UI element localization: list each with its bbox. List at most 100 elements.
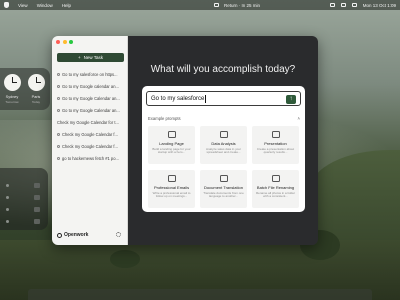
menu-help[interactable]: Help xyxy=(62,3,71,8)
close-window-icon[interactable] xyxy=(56,40,60,44)
task-title: Go to my Google Calendar an... xyxy=(62,95,120,101)
dot-icon xyxy=(6,195,9,199)
status-circle-icon xyxy=(57,84,60,88)
status-circle-icon xyxy=(57,72,60,76)
tile-title: Data Analysis xyxy=(211,141,236,146)
dot-icon xyxy=(6,207,9,211)
document-icon xyxy=(219,175,228,182)
tile-title: Landing Page xyxy=(159,141,184,146)
brand-logo: Openwork xyxy=(57,232,88,238)
square-icon xyxy=(34,206,40,212)
plus-icon: + xyxy=(77,55,81,60)
tile-title: Document Translation xyxy=(204,185,243,190)
menu-bar: View Window Help Return · In 25 min Mon … xyxy=(0,0,400,10)
widget-row xyxy=(6,206,40,212)
openwork-logo-icon xyxy=(57,232,62,238)
status-circle-icon xyxy=(57,144,60,148)
widget-row xyxy=(6,218,40,224)
dot-icon xyxy=(6,219,9,223)
example-prompts-header[interactable]: Example prompts ˄ xyxy=(148,116,300,121)
menubar-clock[interactable]: Mon 13 Oct 1:09 xyxy=(363,3,396,8)
text-caret xyxy=(205,94,207,103)
task-title: Go to my Google Calendar an... xyxy=(62,107,120,113)
prompt-tile-landing-page[interactable]: Landing Page Build a landing page for yo… xyxy=(148,126,195,164)
status-circle-icon xyxy=(57,96,60,100)
prompt-card: Go to my salesforce ↑ Example prompts ˄ … xyxy=(142,86,305,212)
clock-detail: Tomorrow xyxy=(5,100,19,104)
arrow-up-icon: ↑ xyxy=(289,96,293,102)
menu-window[interactable]: Window xyxy=(37,3,53,8)
status-circle-icon xyxy=(57,108,60,112)
prompt-tile-data-analysis[interactable]: Data Analysis Analyze sales data in your… xyxy=(200,126,247,164)
clock-face-icon xyxy=(28,74,45,91)
status-circle-icon xyxy=(57,132,60,136)
tile-description: Analyze sales data in your spreadsheet a… xyxy=(205,146,242,155)
status-circle-icon xyxy=(57,156,60,160)
task-history-item[interactable]: Go to my Google calendar an... xyxy=(55,80,126,92)
calendar-icon xyxy=(214,3,219,7)
task-history-item[interactable]: go to hackernews fetch #1 po... xyxy=(55,152,126,164)
clock-face-icon xyxy=(4,74,21,91)
brand-name: Openwork xyxy=(64,232,89,238)
slides-icon xyxy=(271,131,280,138)
square-icon xyxy=(34,182,40,188)
example-prompts-label: Example prompts xyxy=(148,116,181,121)
send-button[interactable]: ↑ xyxy=(286,95,296,104)
settings-gear-icon[interactable] xyxy=(116,232,121,237)
task-history-item[interactable]: Go to my salesforce on https... xyxy=(55,68,126,80)
world-clock-widget[interactable]: Sydney Paris Tomorrow Today xyxy=(0,68,50,110)
task-input[interactable]: Go to my salesforce ↑ xyxy=(146,91,301,106)
square-icon xyxy=(34,218,40,224)
tile-description: Create a presentation about quarterly re… xyxy=(256,146,295,155)
prompt-tile-batch-file-renaming[interactable]: Batch File Renaming Rename all photos in… xyxy=(252,170,299,208)
tile-title: Presentation xyxy=(264,141,287,146)
chevron-up-icon[interactable]: ˄ xyxy=(298,116,300,121)
task-history-item[interactable]: Check my Google Calendar f... xyxy=(55,140,126,152)
square-icon xyxy=(34,194,40,200)
apple-icon[interactable] xyxy=(4,2,9,8)
task-history-item[interactable]: Check my Google Calendar for t... xyxy=(55,116,126,128)
tile-description: Build a landing page for your startup wi… xyxy=(152,146,191,155)
new-task-button[interactable]: + New Task xyxy=(57,53,124,62)
task-history-item[interactable]: Go to my Google Calendar an... xyxy=(55,104,126,116)
prompt-tile-document-translation[interactable]: Document Translation Translate documents… xyxy=(200,170,247,208)
task-title: go to hackernews fetch #1 po... xyxy=(62,155,119,161)
task-history-item[interactable]: Check my Google Calendar f... xyxy=(55,128,126,140)
prompt-tile-professional-emails[interactable]: Professional Emails Write a professional… xyxy=(148,170,195,208)
dock[interactable] xyxy=(28,289,372,300)
task-history-list: Go to my salesforce on https... Go to my… xyxy=(55,68,126,164)
tile-title: Professional Emails xyxy=(153,185,190,190)
control-center-icon[interactable] xyxy=(351,3,357,7)
clock-city: Sydney xyxy=(5,95,19,99)
menubar-status-text[interactable]: Return · In 25 min xyxy=(224,3,260,8)
prompt-tile-presentation[interactable]: Presentation Create a presentation about… xyxy=(252,126,299,164)
clock-detail: Today xyxy=(31,100,40,104)
task-input-value: Go to my salesforce xyxy=(151,95,205,102)
dot-icon xyxy=(6,183,9,187)
tile-description: Write a professional email to follow up … xyxy=(152,190,191,199)
wifi-icon[interactable] xyxy=(340,3,346,7)
widget-row xyxy=(6,194,40,200)
tile-title: Batch File Renaming xyxy=(256,185,295,190)
example-prompts-grid: Landing Page Build a landing page for yo… xyxy=(148,126,300,208)
task-title: Go to my salesforce on https... xyxy=(62,71,118,77)
mail-icon xyxy=(167,175,176,182)
zoom-window-icon[interactable] xyxy=(69,40,73,44)
minimize-window-icon[interactable] xyxy=(62,40,67,44)
wallpaper-tree xyxy=(110,250,140,268)
clock-city: Paris xyxy=(31,95,41,99)
task-title: Check my Google Calendar f... xyxy=(62,131,118,137)
task-title: Check my Google Calendar for t... xyxy=(57,119,119,125)
chart-icon xyxy=(219,131,228,138)
menu-view[interactable]: View xyxy=(18,3,28,8)
task-title: Go to my Google calendar an... xyxy=(62,83,119,89)
widget-row xyxy=(6,182,40,188)
browser-icon xyxy=(167,131,176,138)
task-history-item[interactable]: Go to my Google Calendar an... xyxy=(55,92,126,104)
openwork-window: + New Task Go to my salesforce on https.… xyxy=(52,36,318,245)
task-title: Check my Google Calendar f... xyxy=(62,143,118,149)
battery-icon[interactable] xyxy=(329,3,335,7)
folder-icon xyxy=(271,175,280,182)
desktop-widget[interactable] xyxy=(0,168,48,230)
tile-description: Rename all photos in a folder with a con… xyxy=(255,190,296,199)
